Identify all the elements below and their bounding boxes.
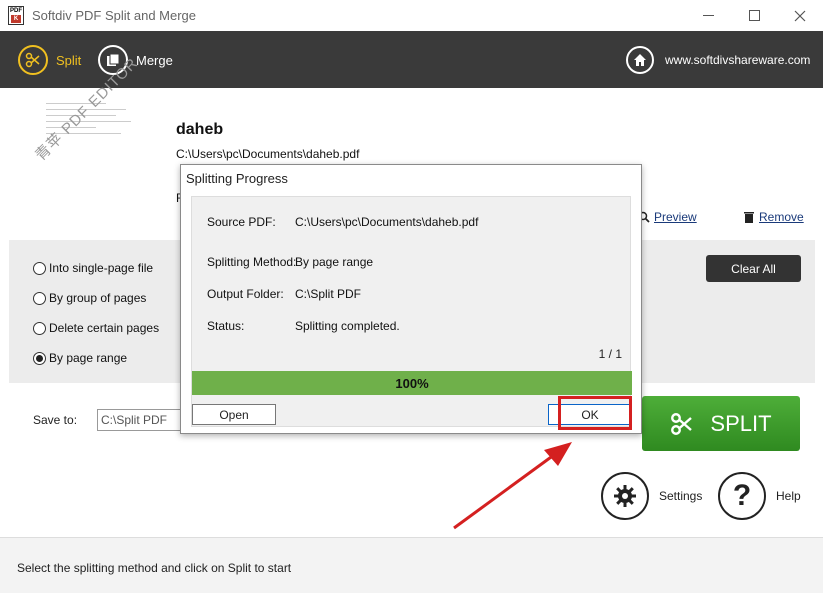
- scissors-icon: [671, 412, 693, 435]
- scissors-icon: [18, 45, 48, 75]
- page-count: 1 / 1: [598, 347, 622, 361]
- trash-icon: [744, 212, 754, 223]
- maximize-button[interactable]: [731, 0, 777, 31]
- splitting-progress-dialog: Splitting Progress Source PDF: C:\Users\…: [180, 164, 642, 434]
- title-bar: PDF K Softdiv PDF Split and Merge: [0, 0, 823, 31]
- radio-selected-icon: [33, 351, 46, 365]
- progress-bar: 100%: [192, 371, 632, 395]
- open-button[interactable]: Open: [192, 404, 276, 425]
- source-pdf-value: C:\Users\pc\Documents\daheb.pdf: [295, 215, 479, 229]
- preview-link[interactable]: Preview: [638, 210, 697, 224]
- progress-text: 100%: [395, 375, 429, 391]
- file-path: C:\Users\pc\Documents\daheb.pdf: [176, 147, 360, 161]
- split-tab[interactable]: Split: [18, 45, 81, 75]
- close-icon: [794, 10, 806, 21]
- question-icon: ?: [732, 479, 752, 512]
- source-pdf-label: Source PDF:: [207, 215, 276, 229]
- ok-highlight-box: [558, 396, 632, 430]
- remove-link[interactable]: Remove: [743, 210, 804, 224]
- merge-tab-label: Merge: [136, 52, 173, 68]
- dialog-body: Source PDF: C:\Users\pc\Documents\daheb.…: [191, 196, 632, 427]
- minimize-icon: [702, 15, 714, 16]
- option-page-range[interactable]: By page range: [33, 351, 127, 365]
- gear-icon: [614, 485, 636, 507]
- dialog-title: Splitting Progress: [186, 171, 288, 186]
- save-to-label: Save to:: [33, 413, 78, 427]
- file-name: daheb: [176, 121, 224, 138]
- split-method-value: By page range: [295, 255, 374, 269]
- output-folder-label: Output Folder:: [207, 287, 284, 301]
- close-button[interactable]: [777, 0, 823, 31]
- radio-icon: [33, 261, 46, 275]
- radio-icon: [33, 291, 46, 305]
- website-link[interactable]: www.softdivshareware.com: [626, 45, 810, 75]
- remove-label: Remove: [759, 210, 804, 224]
- radio-icon: [33, 321, 46, 335]
- save-to-input[interactable]: C:\Split PDF: [97, 409, 187, 431]
- settings-button[interactable]: [601, 472, 649, 520]
- clear-all-button[interactable]: Clear All: [706, 255, 801, 282]
- annotation-arrow: [453, 442, 572, 530]
- help-label: Help: [776, 489, 801, 503]
- output-folder-value: C:\Split PDF: [295, 287, 362, 301]
- split-method-label: Splitting Method:: [207, 255, 297, 269]
- maximize-icon: [748, 10, 760, 21]
- help-button[interactable]: ?: [718, 472, 766, 520]
- home-icon: [626, 46, 654, 74]
- minimize-button[interactable]: [685, 0, 731, 31]
- option-delete-pages[interactable]: Delete certain pages: [33, 321, 159, 335]
- status-value: Splitting completed.: [295, 319, 400, 333]
- option-group-of-pages[interactable]: By group of pages: [33, 291, 146, 305]
- split-button[interactable]: SPLIT: [642, 396, 800, 451]
- status-bar: Select the splitting method and click on…: [0, 537, 823, 593]
- option-single-page[interactable]: Into single-page file: [33, 261, 153, 275]
- status-label: Status:: [207, 319, 245, 333]
- preview-label: Preview: [654, 210, 697, 224]
- settings-label: Settings: [659, 489, 703, 503]
- status-text: Select the splitting method and click on…: [17, 561, 292, 575]
- app-icon: PDF K: [8, 6, 24, 25]
- split-button-label: SPLIT: [710, 410, 772, 436]
- window-title: Softdiv PDF Split and Merge: [32, 8, 197, 23]
- split-tab-label: Split: [56, 52, 82, 68]
- website-text: www.softdivshareware.com: [665, 53, 811, 67]
